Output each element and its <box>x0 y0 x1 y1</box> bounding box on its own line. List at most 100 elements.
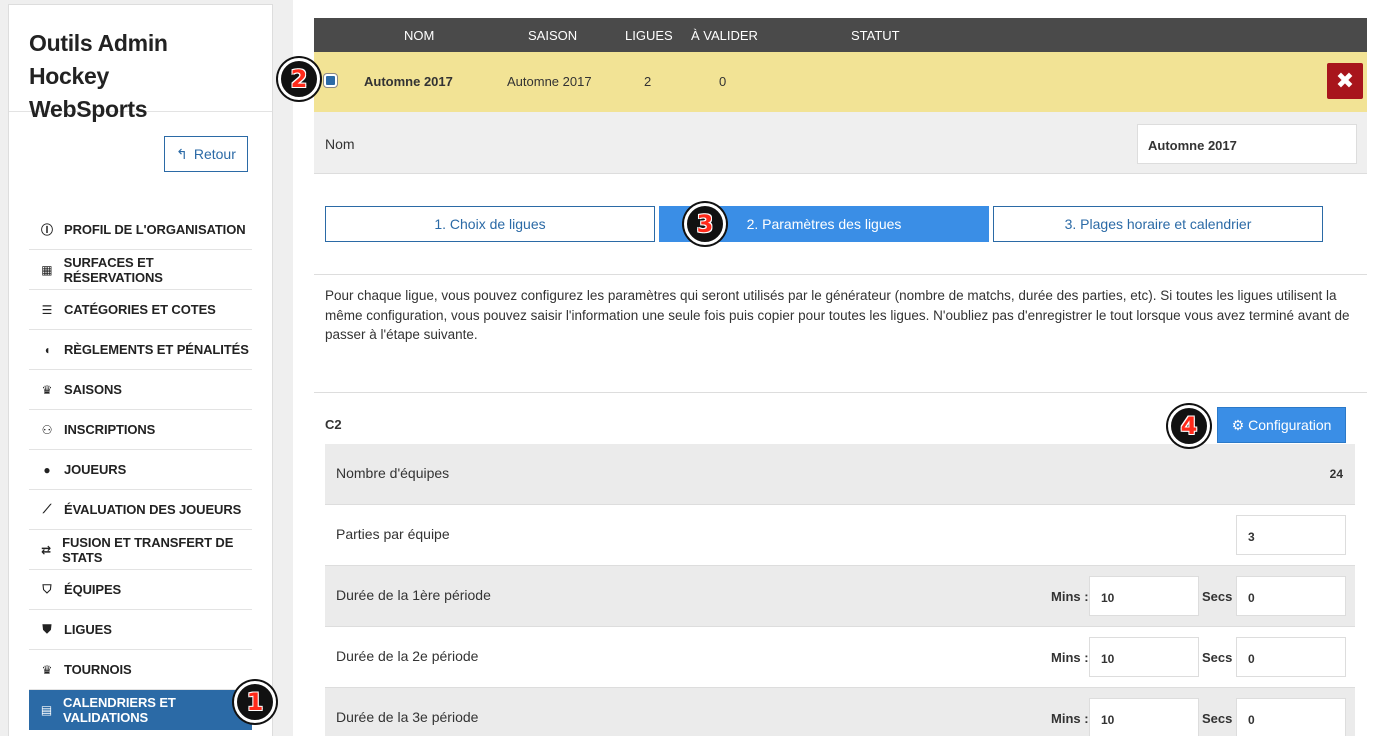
brand-title-line1: Outils Admin Hockey <box>29 30 168 89</box>
grid-icon: ▦ <box>41 262 53 277</box>
trophy-icon: ♛ <box>41 662 53 677</box>
user-add-icon: ⚇ <box>41 422 53 437</box>
gear-icon: ⚙ <box>1231 416 1245 433</box>
step-badge-4: 4 <box>1168 405 1210 447</box>
sidebar-item-equipes[interactable]: ⛉ Équipes <box>29 570 252 610</box>
period-label: Durée de la 1ère période <box>336 587 491 603</box>
back-area: ↰ Retour <box>9 112 272 192</box>
name-input[interactable]: Automne 2017 <box>1137 124 1357 164</box>
sidebar-item-tournois[interactable]: ♛ Tournois <box>29 650 252 690</box>
period-row: Durée de la 3e période Mins : 10 Secs : … <box>325 688 1355 736</box>
calendar-icon: ▤ <box>40 703 53 717</box>
sidebar-item-label: Catégories et cotes <box>64 302 216 317</box>
close-icon: ✖ <box>1335 68 1355 93</box>
period-mins-input[interactable]: 10 <box>1089 637 1199 677</box>
brand: Outils Admin Hockey WebSports <box>9 5 272 122</box>
user-icon: ● <box>43 462 51 477</box>
sidebar-item-label: Ligues <box>64 622 112 637</box>
sidebar-item-label: Fusion et transfert de stats <box>62 534 234 565</box>
col-statut: STATUT <box>851 28 900 43</box>
season-checkbox[interactable] <box>324 74 337 87</box>
trophy-icon: ♛ <box>41 382 53 397</box>
configuration-button[interactable]: ⚙ Configuration <box>1217 407 1346 443</box>
step-badge-2: 2 <box>278 58 320 100</box>
sidebar-item-categories[interactable]: ☰ Catégories et cotes <box>29 290 252 330</box>
step-badge-1: 1 <box>234 681 276 723</box>
shield-icon: ⛊ <box>42 622 52 636</box>
teams-label: Nombre d'équipes <box>336 465 450 481</box>
period-row: Durée de la 1ère période Mins : 10 Secs … <box>325 566 1355 627</box>
secs-label: Secs : <box>1202 650 1241 665</box>
sidebar-item-calendriers[interactable]: ▤ Calendriers et validations <box>29 690 252 730</box>
period-secs-input[interactable]: 0 <box>1236 576 1346 616</box>
sidebar-item-evaluation[interactable]: ⟋ Évaluation des joueurs <box>29 490 252 530</box>
col-saison: SAISON <box>528 28 578 43</box>
games-input[interactable]: 3 <box>1236 515 1346 555</box>
secs-label: Secs : <box>1202 589 1241 604</box>
whistle-icon: ◖ <box>43 342 51 357</box>
games-row: Parties par équipe 3 <box>325 505 1355 566</box>
sidebar-item-reglements[interactable]: ◖ Règlements et pénalités <box>29 330 252 370</box>
teams-value: 24 <box>1329 467 1343 481</box>
period-mins-input[interactable]: 10 <box>1089 698 1199 736</box>
sidebar-item-ligues[interactable]: ⛊ Ligues <box>29 610 252 650</box>
mins-label: Mins : <box>1051 711 1089 726</box>
sidebar-item-label: Tournois <box>64 662 132 677</box>
period-secs-input[interactable]: 0 <box>1236 637 1346 677</box>
intro-text: Pour chaque ligue, vous pouvez configure… <box>325 288 1350 342</box>
main-content: NOM SAISON LIGUES À VALIDER STATUT Autom… <box>293 0 1395 736</box>
divider <box>314 274 1367 275</box>
col-a-valider: À VALIDER <box>691 28 758 43</box>
col-nom: NOM <box>404 28 435 43</box>
sidebar-item-label: Surfaces et réservations <box>63 254 163 285</box>
transfer-icon: ⇄ <box>41 542 52 557</box>
sidebar-item-saisons[interactable]: ♛ Saisons <box>29 370 252 410</box>
list-icon: ☰ <box>41 302 53 317</box>
col-ligues: LIGUES <box>625 28 673 43</box>
sidebar-item-label: Profil de l'organisation <box>64 222 246 237</box>
sidebar-item-inscriptions[interactable]: ⚇ Inscriptions <box>29 410 252 450</box>
period-label: Durée de la 3e période <box>336 709 479 725</box>
back-button-label: Retour <box>193 146 236 162</box>
season-a-valider: 0 <box>719 74 727 89</box>
sidebar-item-label: Saisons <box>64 382 122 397</box>
sidebar-item-label: Joueurs <box>64 462 127 477</box>
chart-icon: ⟋ <box>42 502 52 516</box>
season-row[interactable]: Automne 2017 Automne 2017 2 0 ✖ <box>314 52 1367 112</box>
delete-button[interactable]: ✖ <box>1327 63 1363 99</box>
sidebar: Outils Admin Hockey WebSports ↰ Retour ⓘ… <box>8 4 273 736</box>
sidebar-item-label: Inscriptions <box>64 422 156 437</box>
step-badge-3: 3 <box>684 203 726 245</box>
sidebar-item-profil[interactable]: ⓘ Profil de l'organisation <box>29 210 252 250</box>
games-label: Parties par équipe <box>336 526 450 542</box>
divider <box>314 392 1367 393</box>
configuration-label: Configuration <box>1248 417 1332 433</box>
mins-label: Mins : <box>1051 589 1089 604</box>
sidebar-item-joueurs[interactable]: ● Joueurs <box>29 450 252 490</box>
league-name: C2 <box>325 417 342 432</box>
season-saison: Automne 2017 <box>507 74 592 89</box>
period-label: Durée de la 2e période <box>336 648 479 664</box>
period-secs-input[interactable]: 0 <box>1236 698 1346 736</box>
teams-row: Nombre d'équipes 24 <box>325 444 1355 505</box>
reply-arrow-icon: ↰ <box>176 145 188 162</box>
info-icon: ⓘ <box>41 223 53 237</box>
sidebar-item-label: Calendriers et validations <box>63 695 176 725</box>
back-button[interactable]: ↰ Retour <box>164 136 248 172</box>
tab-plages-horaire[interactable]: 3. Plages horaire et calendrier <box>993 206 1323 242</box>
period-mins-input[interactable]: 10 <box>1089 576 1199 616</box>
mins-label: Mins : <box>1051 650 1089 665</box>
season-nom: Automne 2017 <box>364 74 453 89</box>
name-row: Nom Automne 2017 <box>314 112 1367 174</box>
sidebar-item-fusion[interactable]: ⇄ Fusion et transfert de stats <box>29 530 252 570</box>
seasons-table-header: NOM SAISON LIGUES À VALIDER STATUT <box>314 18 1367 52</box>
tab-choix-ligues[interactable]: 1. Choix de ligues <box>325 206 655 242</box>
sidebar-item-label: Évaluation des joueurs <box>64 502 242 517</box>
sidebar-item-label: Règlements et pénalités <box>64 342 249 357</box>
sidebar-item-surfaces[interactable]: ▦ Surfaces et réservations <box>29 250 252 290</box>
season-ligues: 2 <box>644 74 652 89</box>
shield-icon: ⛉ <box>42 582 52 596</box>
secs-label: Secs : <box>1202 711 1241 726</box>
period-row: Durée de la 2e période Mins : 10 Secs : … <box>325 627 1355 688</box>
name-label: Nom <box>325 136 355 152</box>
